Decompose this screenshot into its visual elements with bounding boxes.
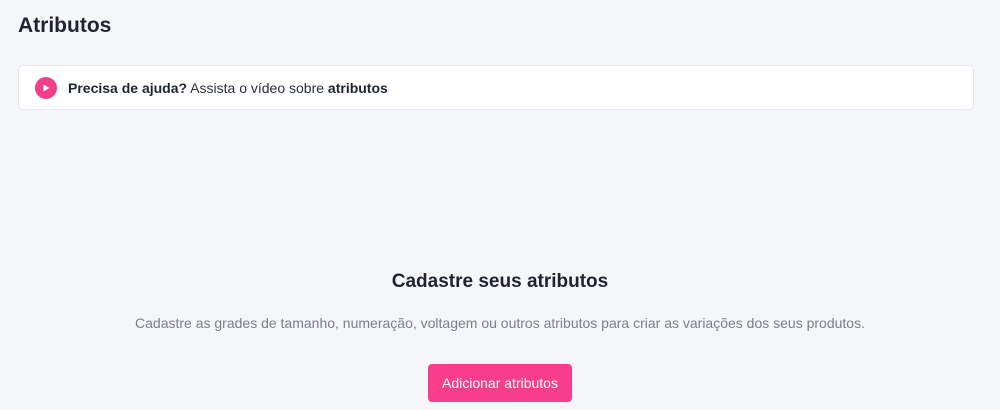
help-text: Precisa de ajuda? Assista o vídeo sobre … [68,78,388,98]
empty-state-description: Cadastre as grades de tamanho, numeração… [135,315,865,331]
add-attributes-button[interactable]: Adicionar atributos [428,364,572,402]
help-banner[interactable]: Precisa de ajuda? Assista o vídeo sobre … [18,65,974,110]
empty-state-title: Cadastre seus atributos [391,271,609,292]
play-icon[interactable] [35,76,57,99]
help-middle-text: Assista o vídeo sobre [187,79,328,96]
attributes-page: Atributos Precisa de ajuda? Assista o ví… [0,0,1000,410]
page-title: Atributos [18,14,112,37]
help-link-attributes[interactable]: atributos [328,80,388,96]
empty-state: Cadastre seus atributos Cadastre as grad… [0,268,1000,402]
help-bold-prefix: Precisa de ajuda? [68,79,188,96]
